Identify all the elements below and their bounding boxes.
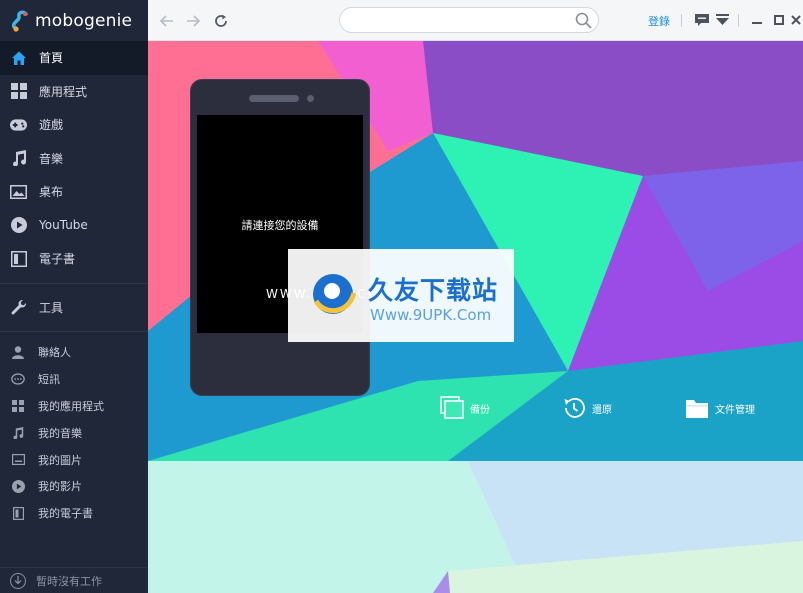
book-icon <box>11 506 25 520</box>
feedback-button[interactable] <box>693 11 710 28</box>
sidebar-item-tools[interactable]: 工具 <box>0 291 148 325</box>
home-icon <box>10 49 27 66</box>
sidebar-item-label: 我的音樂 <box>38 426 82 440</box>
arrow-right-icon <box>187 15 200 27</box>
restore-button[interactable]: 還原 <box>562 396 612 420</box>
sidebar-item-my-pictures[interactable]: 我的圖片 <box>0 446 148 473</box>
chat-bubble-icon <box>11 372 25 386</box>
watermark-logo-icon <box>313 274 356 314</box>
book-icon <box>10 250 27 267</box>
sidebar-item-label: 我的電子書 <box>38 507 93 521</box>
refresh-icon <box>215 14 227 27</box>
sidebar: mobogenie 首頁 應用程式 遊戲 音樂 桌布 YouTube 電子書 工… <box>0 0 148 593</box>
top-toolbar: 登錄 <box>148 0 803 41</box>
video-icon <box>11 479 25 493</box>
file-manager-label: 文件管理 <box>715 404 755 416</box>
sidebar-item-label: 聯絡人 <box>38 346 71 360</box>
sidebar-item-label: 遊戲 <box>39 118 64 133</box>
menu-button[interactable] <box>714 11 731 28</box>
wallpaper-icon <box>10 183 27 200</box>
sidebar-item-label: 電子書 <box>39 252 76 267</box>
phone-speaker <box>249 95 299 102</box>
backup-icon <box>440 396 464 420</box>
minimize-button[interactable] <box>748 11 765 28</box>
music-note-icon <box>11 426 25 440</box>
sidebar-item-label: 我的影片 <box>38 480 82 494</box>
wrench-icon <box>10 299 27 316</box>
sidebar-item-my-apps[interactable]: 我的應用程式 <box>0 393 148 420</box>
search-icon[interactable] <box>575 12 592 29</box>
sidebar-item-label: 首頁 <box>39 51 64 66</box>
close-icon <box>790 14 801 25</box>
site-watermark: WWW.9UPK.COM 久友下载站 Www.9UPK.Com <box>266 249 514 342</box>
app-name: mobogenie <box>35 10 133 31</box>
sidebar-item-label: 工具 <box>39 300 64 315</box>
sidebar-item-apps[interactable]: 應用程式 <box>0 75 148 109</box>
task-status-bar[interactable]: 暫時沒有工作 <box>0 567 148 593</box>
sidebar-item-games[interactable]: 遊戲 <box>0 108 148 142</box>
restore-clock-icon <box>562 396 586 420</box>
sidebar-item-my-videos[interactable]: 我的影片 <box>0 473 148 500</box>
sidebar-item-music[interactable]: 音樂 <box>0 142 148 176</box>
sidebar-item-label: 我的圖片 <box>38 453 82 467</box>
apps-grid-icon <box>11 399 25 413</box>
picture-icon <box>11 453 25 467</box>
forward-button[interactable] <box>184 12 202 30</box>
play-circle-icon <box>10 217 27 234</box>
sidebar-item-wallpaper[interactable]: 桌布 <box>0 175 148 209</box>
maximize-icon <box>773 14 784 25</box>
back-button[interactable] <box>158 12 176 30</box>
person-icon <box>11 345 25 359</box>
toolbar-separator <box>681 14 682 27</box>
mobogenie-logo-icon <box>11 10 28 32</box>
task-status-text: 暫時沒有工作 <box>36 574 102 588</box>
sidebar-item-label: 音樂 <box>39 151 64 166</box>
minimize-icon <box>751 21 762 24</box>
phone-placeholder: 請連接您的設備 <box>190 79 370 396</box>
arrow-left-icon <box>160 15 173 27</box>
maximize-button[interactable] <box>770 11 787 28</box>
sidebar-item-my-ebooks[interactable]: 我的電子書 <box>0 500 148 527</box>
close-button[interactable] <box>787 11 803 28</box>
watermark-url: Www.9UPK.Com <box>370 306 492 324</box>
sidebar-item-label: 我的應用程式 <box>38 399 104 413</box>
sidebar-item-youtube[interactable]: YouTube <box>0 209 148 243</box>
sidebar-item-messages[interactable]: 短訊 <box>0 366 148 393</box>
music-note-icon <box>10 150 27 167</box>
app-logo[interactable]: mobogenie <box>0 0 148 41</box>
dropdown-menu-icon <box>716 14 729 25</box>
apps-grid-icon <box>10 83 27 100</box>
sidebar-divider <box>0 331 148 332</box>
home-main-panel: 請連接您的設備 WWW.9UPK.COM 久友下载站 Www.9UPK.Com … <box>148 41 803 593</box>
sidebar-item-label: 桌布 <box>39 185 64 200</box>
sidebar-item-ebooks[interactable]: 電子書 <box>0 242 148 276</box>
toolbar-separator <box>738 14 739 27</box>
sidebar-item-label: 應用程式 <box>39 84 88 99</box>
file-manager-button[interactable]: 文件管理 <box>685 396 755 420</box>
backup-label: 備份 <box>470 404 490 416</box>
refresh-button[interactable] <box>212 12 230 30</box>
search-box <box>339 7 599 33</box>
chat-bubble-icon <box>694 13 709 26</box>
backup-button[interactable]: 備份 <box>440 396 490 420</box>
folder-icon <box>685 396 709 420</box>
sidebar-item-label: 短訊 <box>38 373 60 387</box>
watermark-title: 久友下载站 <box>368 276 499 305</box>
gamepad-icon <box>10 116 27 133</box>
download-icon <box>10 572 26 589</box>
sidebar-item-home[interactable]: 首頁 <box>0 41 148 75</box>
restore-label: 還原 <box>592 404 612 416</box>
sidebar-item-my-music[interactable]: 我的音樂 <box>0 419 148 446</box>
login-link[interactable]: 登錄 <box>648 13 670 29</box>
search-input[interactable] <box>352 8 577 32</box>
sidebar-item-label: YouTube <box>39 218 88 233</box>
phone-camera <box>307 95 314 102</box>
sidebar-item-contacts[interactable]: 聯絡人 <box>0 339 148 366</box>
sidebar-divider <box>0 282 148 284</box>
